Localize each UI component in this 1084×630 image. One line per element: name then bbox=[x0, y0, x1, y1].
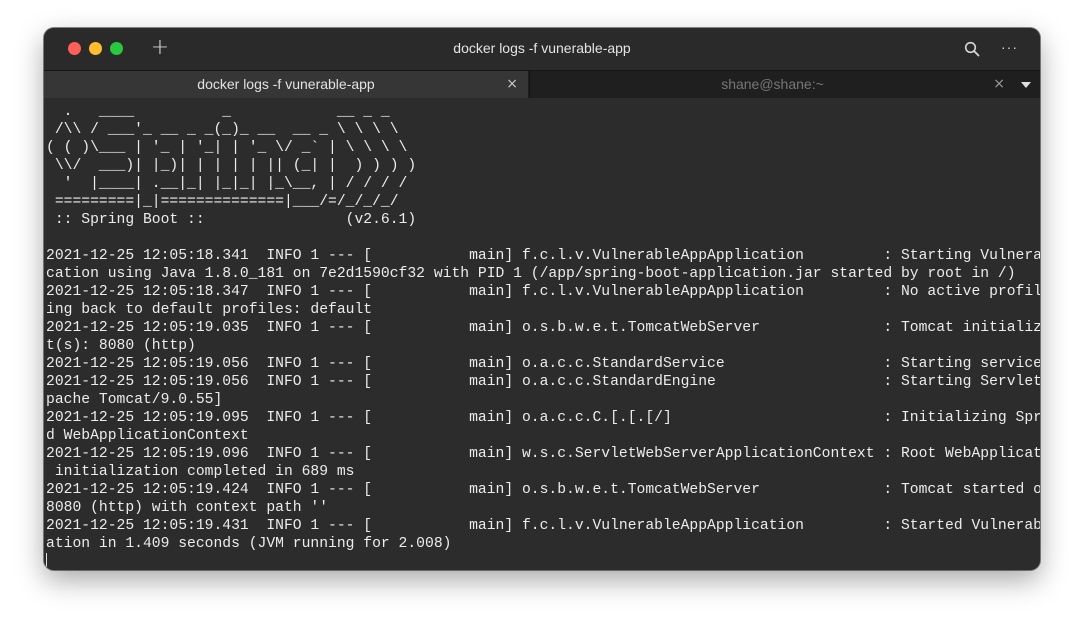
tab-bar: docker logs -f vunerable-app × shane@sha… bbox=[44, 70, 1040, 99]
search-icon[interactable] bbox=[964, 41, 980, 57]
title-bar[interactable]: + docker logs -f vunerable-app ··· bbox=[44, 28, 1040, 70]
terminal-line: ' |____| .__|_| |_|_| |_\__, | / / / / bbox=[63, 176, 408, 192]
text-cursor bbox=[46, 553, 47, 570]
window-title: docker logs -f vunerable-app bbox=[453, 40, 631, 56]
tab-label: docker logs -f vunerable-app bbox=[197, 76, 375, 92]
terminal-line: 2021-12-25 12:05:19.096 INFO 1 --- [ mai… bbox=[46, 446, 1040, 462]
terminal-line: 2021-12-25 12:05:19.424 INFO 1 --- [ mai… bbox=[46, 482, 1040, 498]
terminal-window: + docker logs -f vunerable-app ··· docke… bbox=[44, 28, 1040, 570]
terminal-line: d WebApplicationContext bbox=[46, 428, 249, 444]
terminal-line: 2021-12-25 12:05:19.056 INFO 1 --- [ mai… bbox=[46, 356, 1040, 372]
tab-label: shane@shane:~ bbox=[721, 76, 824, 92]
tab-shane-shell[interactable]: shane@shane:~ × bbox=[529, 71, 1015, 99]
terminal-line: initialization completed in 689 ms bbox=[54, 464, 355, 480]
terminal-line: 2021-12-25 12:05:19.095 INFO 1 --- [ mai… bbox=[46, 410, 1040, 426]
terminal-line: 2021-12-25 12:05:18.341 INFO 1 --- [ mai… bbox=[46, 248, 1040, 264]
terminal-view[interactable]: . ____ _ __ _ _ /\\ / ___'_ __ _ _(_)_ _… bbox=[44, 98, 1040, 570]
terminal-line: ing back to default profiles: default bbox=[46, 302, 373, 318]
terminal-line: 2021-12-25 12:05:19.431 INFO 1 --- [ mai… bbox=[46, 518, 1040, 534]
terminal-line: =========|_|==============|___/=/_/_/_/ bbox=[54, 194, 399, 210]
terminal-line: 2021-12-25 12:05:19.056 INFO 1 --- [ mai… bbox=[46, 374, 1040, 390]
terminal-line: :: Spring Boot :: (v2.6.1) bbox=[54, 212, 417, 228]
tab-docker-logs[interactable]: docker logs -f vunerable-app × bbox=[44, 71, 528, 99]
terminal-line: 2021-12-25 12:05:18.347 INFO 1 --- [ mai… bbox=[46, 284, 1040, 300]
close-icon[interactable]: × bbox=[506, 71, 518, 98]
terminal-line: 8080 (http) with context path '' bbox=[46, 500, 329, 516]
more-options-icon[interactable]: ··· bbox=[1001, 39, 1018, 55]
terminal-line: 2021-12-25 12:05:19.035 INFO 1 --- [ mai… bbox=[46, 320, 1040, 336]
terminal-line: t(s): 8080 (http) bbox=[46, 338, 196, 354]
terminal-line: /\\ / ___'_ __ _ _(_)_ __ __ _ \ \ \ \ bbox=[54, 122, 399, 138]
terminal-line: pache Tomcat/9.0.55] bbox=[46, 392, 223, 408]
terminal-line: ( ( )\___ | '_ | '_| | '_ \/ _` | \ \ \ … bbox=[46, 140, 408, 156]
terminal-line: \\/ ___)| |_)| | | | | || (_| | ) ) ) ) bbox=[54, 158, 417, 174]
terminal-line: cation using Java 1.8.0_181 on 7e2d1590c… bbox=[46, 266, 1016, 282]
terminal-line: . ____ _ __ _ _ bbox=[63, 104, 390, 120]
terminal-line: ation in 1.409 seconds (JVM running for … bbox=[46, 536, 452, 552]
chevron-down-icon[interactable] bbox=[1021, 82, 1031, 88]
terminal-output: . ____ _ __ _ _ /\\ / ___'_ __ _ _(_)_ _… bbox=[44, 98, 1040, 570]
close-icon[interactable]: × bbox=[993, 71, 1005, 98]
